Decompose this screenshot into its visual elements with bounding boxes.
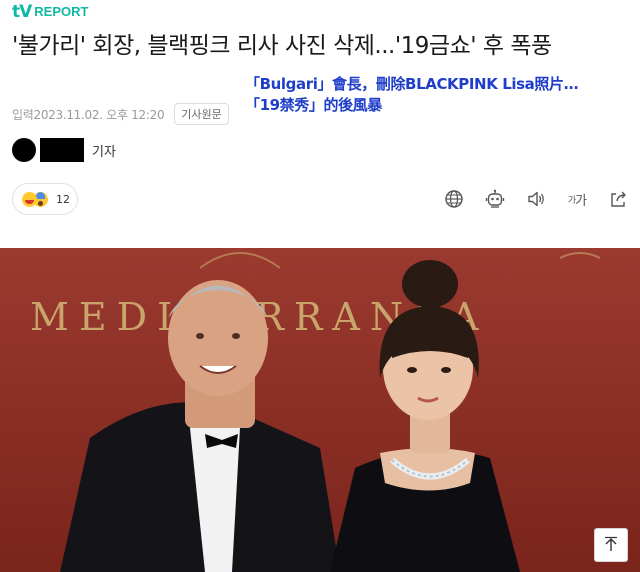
happy-face-emoji-icon (22, 191, 37, 207)
reporter-role: 기자 (92, 144, 116, 160)
globe-icon (445, 190, 463, 208)
speaker-icon (528, 191, 544, 207)
article-headline: '불가리' 회장, 블랙핑크 리사 사진 삭제...'19금쇼' 후 폭풍 (12, 33, 552, 59)
font-size-button[interactable]: 가가 (565, 187, 589, 211)
article-toolbar: 가가 (425, 187, 630, 211)
original-article-button[interactable]: 기사원문 (174, 103, 229, 125)
share-button[interactable] (606, 187, 630, 211)
reaction-button[interactable]: 12 (12, 183, 78, 215)
brand-logo[interactable]: tV REPORT (12, 2, 88, 22)
font-size-large-glyph: 가 (575, 193, 587, 209)
arrow-up-icon (605, 536, 617, 551)
article-photo: MEDITERRANEA (0, 248, 640, 572)
reporter-info[interactable]: 기자 (12, 138, 116, 162)
summary-bot-button[interactable] (483, 187, 507, 211)
brand-tv: tV (12, 2, 32, 22)
scroll-to-top-button[interactable] (594, 528, 628, 562)
brand-report: REPORT (34, 4, 89, 19)
translated-caption-line-2: 「19禁秀」的後風暴 (245, 96, 382, 114)
article-meta: 입력2023.11.02. 오후 12:20 기사원문 (12, 103, 229, 125)
event-photo-illustration: MEDITERRANEA (0, 248, 640, 572)
reporter-avatar-redacted (12, 138, 36, 162)
share-icon (611, 191, 626, 207)
translated-caption: 「Bulgari」會長，刪除BLACKPINK Lisa照片… 「19禁秀」的後… (245, 74, 579, 116)
reporter-name-redacted (40, 138, 84, 162)
translated-caption-line-1: 「Bulgari」會長，刪除BLACKPINK Lisa照片… (245, 75, 579, 93)
robot-icon (485, 189, 505, 208)
reaction-count: 12 (56, 192, 70, 206)
font-size-small-glyph: 가 (567, 195, 576, 206)
translate-globe-button[interactable] (442, 187, 466, 211)
publish-date: 입력2023.11.02. 오후 12:20 (12, 107, 165, 122)
read-aloud-button[interactable] (524, 187, 548, 211)
